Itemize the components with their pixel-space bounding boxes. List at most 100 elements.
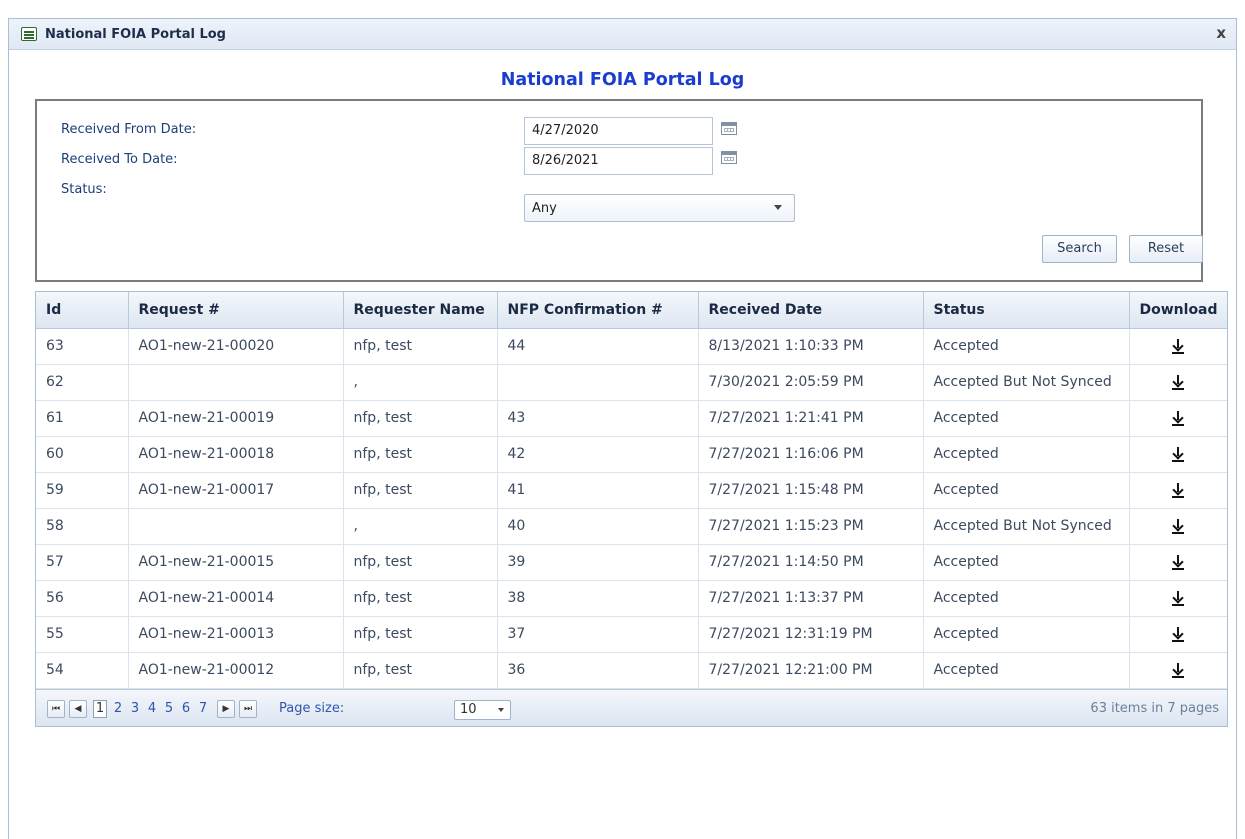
cell-nfp-confirmation: 36 xyxy=(497,652,699,689)
cell-id: 57 xyxy=(36,544,129,581)
items-info: 63 items in 7 pages xyxy=(1090,700,1219,716)
search-button[interactable]: Search xyxy=(1042,235,1117,263)
cell-nfp-confirmation: 41 xyxy=(497,472,699,509)
download-icon[interactable] xyxy=(1171,518,1185,534)
download-icon[interactable] xyxy=(1171,410,1185,426)
page-number-7[interactable]: 7 xyxy=(196,700,210,718)
status-select[interactable]: Any xyxy=(524,194,795,222)
calendar-icon[interactable] xyxy=(721,151,737,164)
page-size-select[interactable]: 10 xyxy=(454,699,511,720)
cell-nfp-confirmation: 44 xyxy=(497,328,699,365)
page-size-label: Page size: xyxy=(279,700,345,716)
download-icon[interactable] xyxy=(1171,626,1185,642)
cell-status: Accepted xyxy=(923,472,1130,509)
table-row[interactable]: 58 , 40 7/27/2021 1:15:23 PM Accepted Bu… xyxy=(36,508,1227,545)
cell-received-date: 7/27/2021 12:21:00 PM xyxy=(698,652,924,689)
column-header-requester[interactable]: Requester Name xyxy=(343,292,498,329)
cell-status: Accepted xyxy=(923,616,1130,653)
previous-page-button[interactable]: ◀ xyxy=(69,699,87,718)
download-icon[interactable] xyxy=(1171,554,1185,570)
cell-download xyxy=(1129,616,1227,653)
cell-received-date: 8/13/2021 1:10:33 PM xyxy=(698,328,924,365)
download-icon[interactable] xyxy=(1171,374,1185,390)
calendar-icon[interactable] xyxy=(721,122,737,135)
close-button[interactable]: x xyxy=(1216,24,1226,42)
page-number-2[interactable]: 2 xyxy=(111,700,125,718)
first-page-button[interactable]: ⏮ xyxy=(47,699,65,718)
filter-panel: Received From Date: 4/27/2020 Received T… xyxy=(35,99,1203,282)
cell-request: AO1-new-21-00020 xyxy=(128,328,344,365)
cell-status: Accepted xyxy=(923,652,1130,689)
received-to-input[interactable]: 8/26/2021 xyxy=(524,147,713,175)
cell-nfp-confirmation: 39 xyxy=(497,544,699,581)
page-number-4[interactable]: 4 xyxy=(145,700,159,718)
cell-download xyxy=(1129,400,1227,437)
reset-button[interactable]: Reset xyxy=(1129,235,1203,263)
cell-status: Accepted xyxy=(923,580,1130,617)
cell-download xyxy=(1129,436,1227,473)
cell-request: AO1-new-21-00017 xyxy=(128,472,344,509)
cell-requester: nfp, test xyxy=(343,400,498,437)
column-header-received-date[interactable]: Received Date xyxy=(698,292,924,329)
page-number-5[interactable]: 5 xyxy=(162,700,176,718)
cell-request: AO1-new-21-00015 xyxy=(128,544,344,581)
download-icon[interactable] xyxy=(1171,446,1185,462)
cell-received-date: 7/27/2021 1:16:06 PM xyxy=(698,436,924,473)
column-header-status[interactable]: Status xyxy=(923,292,1130,329)
cell-requester: nfp, test xyxy=(343,472,498,509)
cell-status: Accepted xyxy=(923,436,1130,473)
cell-requester: nfp, test xyxy=(343,652,498,689)
download-icon[interactable] xyxy=(1171,482,1185,498)
cell-id: 55 xyxy=(36,616,129,653)
table-row[interactable]: 63 AO1-new-21-00020 nfp, test 44 8/13/20… xyxy=(36,328,1227,365)
cell-status: Accepted But Not Synced xyxy=(923,508,1130,545)
cell-id: 60 xyxy=(36,436,129,473)
last-page-button[interactable]: ⏭ xyxy=(239,699,257,718)
column-header-download: Download xyxy=(1129,292,1227,329)
page-number-6[interactable]: 6 xyxy=(179,700,193,718)
log-document-icon xyxy=(21,27,37,41)
cell-download xyxy=(1129,544,1227,581)
cell-status: Accepted xyxy=(923,544,1130,581)
cell-received-date: 7/27/2021 1:15:48 PM xyxy=(698,472,924,509)
cell-download xyxy=(1129,328,1227,365)
cell-status: Accepted But Not Synced xyxy=(923,364,1130,401)
title-bar: National FOIA Portal Log x xyxy=(9,19,1236,50)
cell-requester: nfp, test xyxy=(343,544,498,581)
cell-nfp-confirmation: 43 xyxy=(497,400,699,437)
cell-received-date: 7/27/2021 1:15:23 PM xyxy=(698,508,924,545)
page-number-1[interactable]: 1 xyxy=(93,699,107,718)
cell-requester: nfp, test xyxy=(343,616,498,653)
cell-received-date: 7/27/2021 1:14:50 PM xyxy=(698,544,924,581)
received-from-input[interactable]: 4/27/2020 xyxy=(524,117,713,145)
cell-status: Accepted xyxy=(923,400,1130,437)
table-row[interactable]: 55 AO1-new-21-00013 nfp, test 37 7/27/20… xyxy=(36,616,1227,653)
download-icon[interactable] xyxy=(1171,662,1185,678)
table-row[interactable]: 57 AO1-new-21-00015 nfp, test 39 7/27/20… xyxy=(36,544,1227,581)
cell-received-date: 7/30/2021 2:05:59 PM xyxy=(698,364,924,401)
cell-requester: , xyxy=(343,508,498,545)
column-header-request[interactable]: Request # xyxy=(128,292,344,329)
table-row[interactable]: 54 AO1-new-21-00012 nfp, test 36 7/27/20… xyxy=(36,652,1227,689)
cell-nfp-confirmation: 38 xyxy=(497,580,699,617)
table-row[interactable]: 59 AO1-new-21-00017 nfp, test 41 7/27/20… xyxy=(36,472,1227,509)
table-row[interactable]: 61 AO1-new-21-00019 nfp, test 43 7/27/20… xyxy=(36,400,1227,437)
header-row: Id Request # Requester Name NFP Confirma… xyxy=(36,292,1227,329)
cell-id: 58 xyxy=(36,508,129,545)
page-number-3[interactable]: 3 xyxy=(128,700,142,718)
column-header-id[interactable]: Id xyxy=(36,292,129,329)
cell-id: 62 xyxy=(36,364,129,401)
cell-request xyxy=(128,508,344,545)
cell-id: 54 xyxy=(36,652,129,689)
table-row[interactable]: 60 AO1-new-21-00018 nfp, test 42 7/27/20… xyxy=(36,436,1227,473)
cell-nfp-confirmation xyxy=(497,364,699,401)
window-title: National FOIA Portal Log xyxy=(45,26,226,42)
cell-received-date: 7/27/2021 12:31:19 PM xyxy=(698,616,924,653)
cell-id: 59 xyxy=(36,472,129,509)
download-icon[interactable] xyxy=(1171,590,1185,606)
table-row[interactable]: 62 , 7/30/2021 2:05:59 PM Accepted But N… xyxy=(36,364,1227,401)
table-row[interactable]: 56 AO1-new-21-00014 nfp, test 38 7/27/20… xyxy=(36,580,1227,617)
download-icon[interactable] xyxy=(1171,338,1185,354)
next-page-button[interactable]: ▶ xyxy=(217,699,235,718)
column-header-nfp-confirmation[interactable]: NFP Confirmation # xyxy=(497,292,699,329)
